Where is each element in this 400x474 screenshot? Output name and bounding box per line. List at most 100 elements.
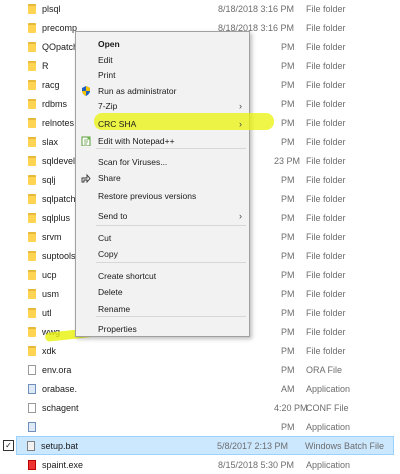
file-type: File folder: [306, 60, 346, 71]
menu-item-open[interactable]: Open: [77, 36, 248, 52]
menu-item-crc-sha[interactable]: CRC SHA ›: [77, 116, 248, 132]
file-date: PM: [281, 250, 295, 261]
file-name-cell: spaint.exe: [28, 459, 83, 470]
context-menu: Open Edit Print Run as administrator 7-Zip › C…: [75, 31, 274, 337]
file-type: File folder: [306, 174, 346, 185]
file-name-cell: QOpatch: [28, 41, 79, 52]
file-type: File folder: [306, 288, 346, 299]
file-name: schagent: [42, 402, 79, 413]
file-type: CONF File: [306, 402, 349, 413]
menu-item-create-shortcut[interactable]: Create shortcut: [77, 268, 248, 284]
folder-icon: [28, 41, 36, 52]
file-name: R: [42, 60, 49, 71]
folder-icon: [28, 269, 36, 280]
menu-item-share[interactable]: Share: [77, 170, 248, 186]
menu-item-cut[interactable]: Cut: [77, 230, 248, 246]
folder-icon: [28, 212, 36, 223]
paint-app-icon: [28, 459, 36, 470]
file-type: File folder: [306, 117, 346, 128]
folder-icon: [28, 231, 36, 242]
menu-item-delete[interactable]: Delete: [77, 284, 248, 300]
menu-item-rename[interactable]: Rename: [77, 301, 248, 317]
menu-item-label: 7-Zip: [98, 101, 118, 111]
menu-item-print[interactable]: Print: [77, 67, 248, 83]
file-date: PM: [281, 117, 295, 128]
folder-icon: [28, 193, 36, 204]
file-name-cell: suptools: [28, 250, 76, 261]
folder-icon: [28, 326, 36, 337]
file-name-cell: plsql: [28, 3, 61, 14]
file-row[interactable]: plsql 8/18/2018 3:16 PM File folder: [18, 0, 396, 18]
menu-item-label: Share: [98, 173, 121, 183]
folder-icon: [28, 307, 36, 318]
menu-item-edit[interactable]: Edit: [77, 52, 248, 68]
menu-item-send-to[interactable]: Send to ›: [77, 208, 248, 224]
menu-separator: [96, 262, 246, 263]
file-name-cell: rdbms: [28, 98, 67, 109]
menu-item-edit-with-notepad[interactable]: Edit with Notepad++: [77, 133, 248, 149]
folder-icon: [28, 345, 36, 356]
file-date: 8/18/2018 3:16 PM: [218, 3, 295, 14]
file-row[interactable]: schagent 4:20 PM CONF File: [18, 398, 396, 417]
file-date: PM: [281, 60, 295, 71]
file-type: File folder: [306, 345, 346, 356]
file-row[interactable]: orabase. AM Application: [18, 379, 396, 398]
application-icon: [28, 383, 36, 394]
menu-separator: [96, 225, 246, 226]
menu-item-properties[interactable]: Properties: [77, 321, 248, 337]
file-name: plsql: [42, 3, 61, 14]
file-name-cell: utl: [28, 307, 52, 318]
file-row[interactable]: spaint.exe 8/15/2018 5:30 PM Application: [18, 455, 396, 474]
file-row[interactable]: env.ora PM ORA File: [18, 360, 396, 379]
document-icon: [28, 364, 36, 375]
file-type: File folder: [306, 98, 346, 109]
file-name-cell: usm: [28, 288, 59, 299]
file-date: 23 PM: [274, 155, 301, 166]
folder-icon: [28, 22, 36, 33]
file-name: env.ora: [42, 364, 72, 375]
row-checkbox[interactable]: ✓: [3, 440, 14, 451]
file-name: sqlj: [42, 174, 56, 185]
file-type: File folder: [306, 79, 346, 90]
file-date: PM: [281, 98, 295, 109]
menu-item-label: Edit with Notepad++: [98, 136, 175, 146]
share-icon: [81, 173, 91, 184]
file-date: 4:20 PM: [274, 402, 308, 413]
file-name-cell: racg: [28, 79, 60, 90]
file-name-cell: R: [28, 60, 49, 71]
menu-item-restore-previous-versions[interactable]: Restore previous versions: [77, 188, 248, 204]
menu-item-label: Send to: [98, 211, 128, 221]
file-name-cell: sqlplus: [28, 212, 70, 223]
file-name: setup.bat: [41, 440, 79, 451]
folder-icon: [28, 3, 36, 14]
menu-item-label: Properties: [98, 324, 137, 334]
file-name: sqlpatch: [42, 193, 76, 204]
file-type: File folder: [306, 269, 346, 280]
menu-item-label: Rename: [98, 304, 131, 314]
file-name: srvm: [42, 231, 62, 242]
file-name-cell: sqldevelo: [28, 155, 80, 166]
menu-item-run-as-administrator[interactable]: Run as administrator: [77, 83, 248, 99]
chevron-right-icon: ›: [239, 211, 242, 221]
file-date: PM: [281, 345, 295, 356]
file-row[interactable]: ✓ setup.bat 5/8/2017 2:13 PM Windows Batch …: [3, 436, 394, 455]
file-row[interactable]: PM Application: [18, 417, 396, 436]
menu-item-label: Cut: [98, 233, 112, 243]
file-name: QOpatch: [42, 41, 79, 52]
folder-icon: [28, 174, 36, 185]
file-type: Application: [306, 421, 351, 432]
menu-item-scan-for-viruses[interactable]: Scan for Viruses...: [77, 154, 248, 170]
file-type: File folder: [306, 250, 346, 261]
file-name: relnotes: [42, 117, 75, 128]
document-icon: [28, 402, 36, 413]
menu-item-label: Restore previous versions: [98, 191, 197, 201]
file-type: Application: [306, 383, 351, 394]
menu-item-7-zip[interactable]: 7-Zip ›: [77, 98, 248, 114]
file-name-cell: ucp: [28, 269, 57, 280]
folder-icon: [28, 98, 36, 109]
file-date: AM: [281, 383, 295, 394]
file-date: PM: [281, 231, 295, 242]
file-row[interactable]: xdk PM File folder: [18, 341, 396, 360]
file-date: PM: [281, 212, 295, 223]
menu-item-copy[interactable]: Copy: [77, 246, 248, 262]
